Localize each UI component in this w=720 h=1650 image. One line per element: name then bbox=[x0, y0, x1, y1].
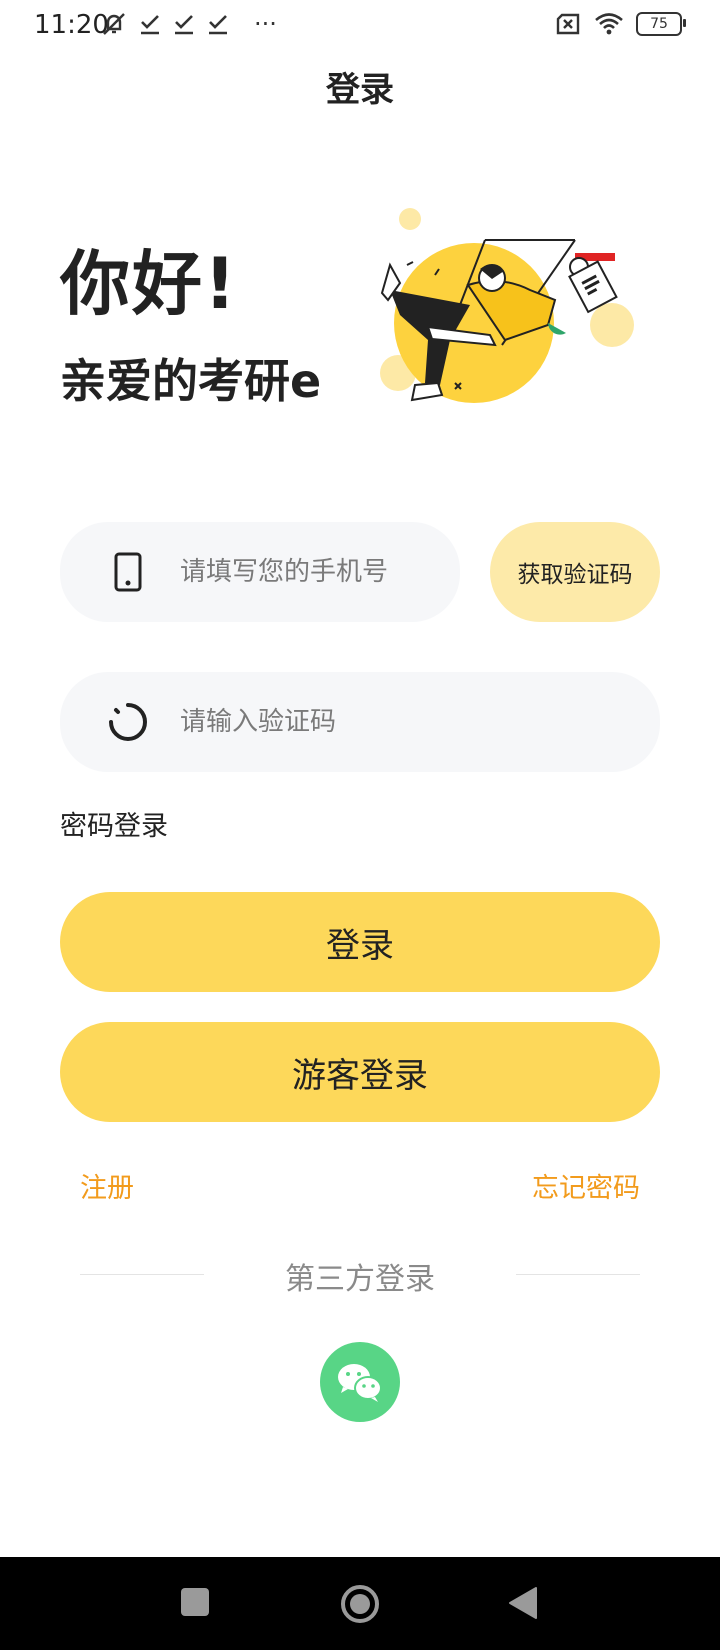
verification-code-field[interactable] bbox=[60, 672, 660, 772]
wifi-icon bbox=[595, 13, 623, 35]
swing-illustration bbox=[380, 208, 634, 403]
wechat-icon bbox=[338, 1364, 382, 1402]
login-button[interactable]: 登录 bbox=[60, 892, 660, 992]
greeting-hello: 你好! bbox=[60, 243, 238, 325]
phone-input[interactable] bbox=[178, 556, 432, 588]
back-button[interactable] bbox=[508, 1586, 538, 1620]
status-system-icons: 75 bbox=[554, 12, 686, 36]
get-code-button[interactable]: 获取验证码 bbox=[490, 522, 660, 622]
greeting-subtitle: 亲爱的考研er bbox=[60, 354, 322, 408]
battery-icon: 75 bbox=[636, 12, 686, 36]
wechat-login-button[interactable] bbox=[320, 1342, 400, 1422]
guest-login-button[interactable]: 游客登录 bbox=[60, 1022, 660, 1122]
battery-level: 75 bbox=[650, 16, 668, 32]
recent-apps-button[interactable] bbox=[181, 1588, 209, 1616]
download-done-icon bbox=[141, 15, 159, 35]
phone-icon bbox=[104, 548, 152, 596]
download-done-icon-2 bbox=[175, 15, 193, 35]
loading-circle-icon bbox=[104, 698, 152, 746]
verification-code-input[interactable] bbox=[178, 706, 612, 738]
mute-bell-icon bbox=[103, 13, 125, 35]
page-title: 登录 bbox=[326, 70, 394, 110]
forgot-password-link[interactable]: 忘记密码 bbox=[532, 1166, 640, 1205]
phone-field[interactable] bbox=[60, 522, 460, 622]
status-notification-icons: ··· bbox=[100, 10, 277, 38]
home-button[interactable] bbox=[340, 1584, 380, 1624]
more-notifications-icon: ··· bbox=[254, 10, 277, 38]
password-login-link[interactable]: 密码登录 bbox=[60, 804, 168, 843]
status-time: 11:20 bbox=[34, 10, 109, 40]
register-link[interactable]: 注册 bbox=[80, 1166, 134, 1205]
divider-right bbox=[516, 1274, 640, 1275]
no-sim-icon bbox=[556, 13, 580, 35]
third-party-login-title: 第三方登录 bbox=[285, 1262, 435, 1297]
download-done-icon-3 bbox=[209, 15, 227, 35]
